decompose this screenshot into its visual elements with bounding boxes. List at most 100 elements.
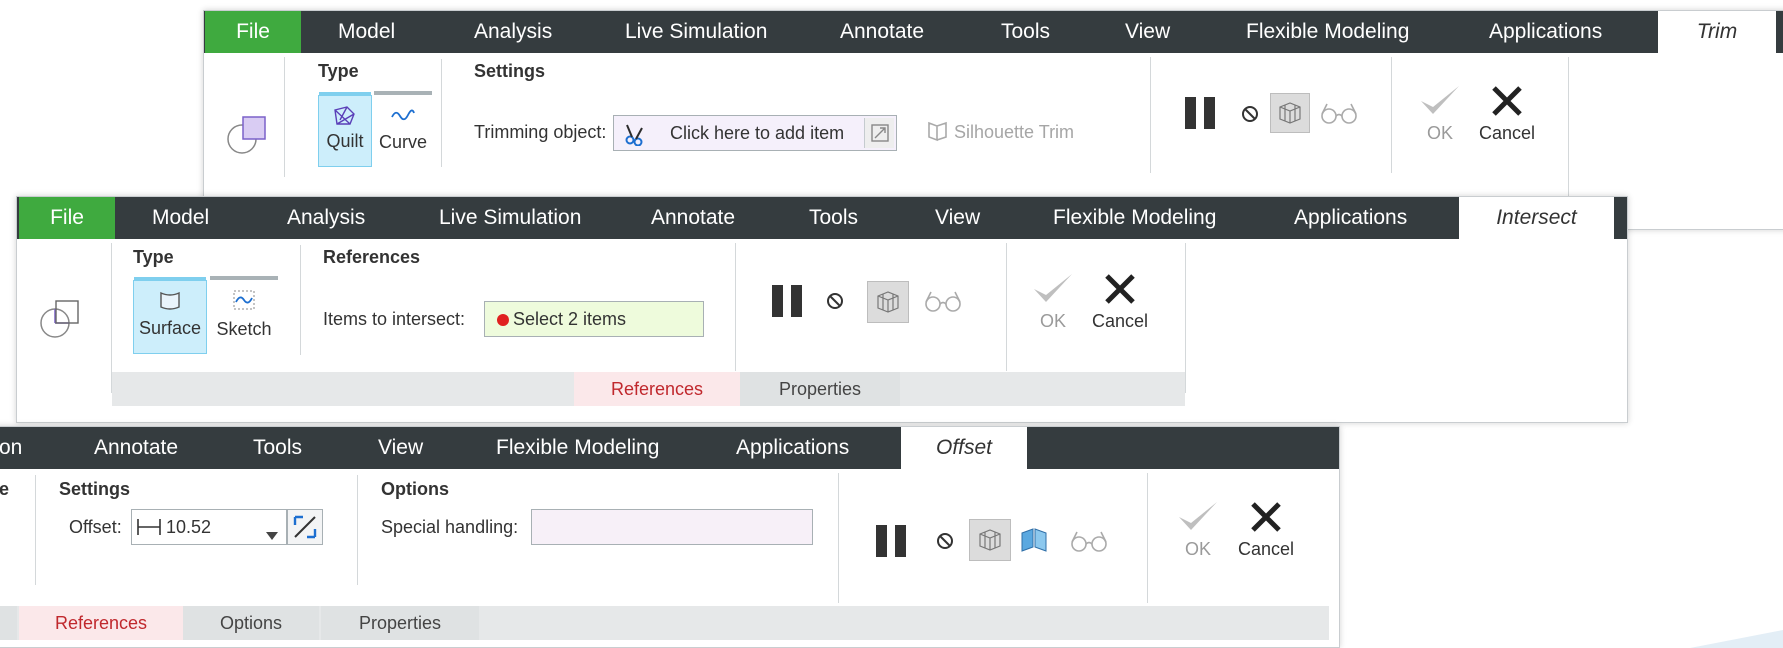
menu-flexible-modeling[interactable]: Flexible Modeling xyxy=(1053,197,1216,239)
silhouette-trim-checkbox[interactable]: Silhouette Trim xyxy=(954,122,1074,143)
pause-icon[interactable] xyxy=(1184,95,1218,136)
surface-label: Surface xyxy=(138,318,202,338)
curve-icon xyxy=(374,103,432,127)
trim-menubar: File Model Analysis Live Simulation Anno… xyxy=(204,11,1783,53)
cancel-button[interactable]: Cancel xyxy=(1472,83,1542,144)
menu-flexible-modeling[interactable]: Flexible Modeling xyxy=(496,427,659,469)
type-quilt-button[interactable]: Quilt xyxy=(318,92,372,167)
tab-offset[interactable]: Offset xyxy=(901,427,1027,469)
type-surface-button[interactable]: Surface xyxy=(133,277,207,354)
menu-annotate[interactable]: Annotate xyxy=(94,427,178,469)
menu-model[interactable]: Model xyxy=(338,11,395,53)
menu-live-simulation[interactable]: Live Simulation xyxy=(439,197,581,239)
settings-group-title: Settings xyxy=(59,479,131,499)
menu-applications[interactable]: Applications xyxy=(736,427,849,469)
no-preview-icon[interactable] xyxy=(825,291,845,316)
geometry-preview-icon[interactable] xyxy=(1270,93,1310,133)
menu-tools[interactable]: Tools xyxy=(253,427,302,469)
offset-value: 10.52 xyxy=(166,517,212,537)
cancel-button[interactable]: Cancel xyxy=(1085,271,1155,332)
items-to-intersect-collector[interactable]: Select 2 items xyxy=(484,301,704,337)
geometry-preview-icon[interactable] xyxy=(969,519,1011,561)
expand-collector-icon[interactable] xyxy=(864,118,894,148)
verify-glasses-icon[interactable] xyxy=(1069,529,1109,558)
menu-applications[interactable]: Applications xyxy=(1489,11,1602,53)
background-corner-shape xyxy=(1690,630,1783,648)
chevron-down-icon[interactable] xyxy=(266,524,278,544)
offset-panel: on Annotate Tools View Flexible Modeling… xyxy=(0,426,1340,648)
references-group-title: References xyxy=(323,247,421,267)
type-sketch-button[interactable]: Sketch xyxy=(210,276,278,354)
menu-simulation-partial[interactable]: on xyxy=(0,427,22,469)
menu-live-simulation[interactable]: Live Simulation xyxy=(625,11,767,53)
no-preview-icon[interactable] xyxy=(935,531,955,556)
intersect-feature-icon xyxy=(39,297,81,344)
surface-icon xyxy=(134,289,206,313)
menu-file[interactable]: File xyxy=(19,197,115,239)
ok-button[interactable]: OK xyxy=(1030,271,1076,332)
tab-intersect[interactable]: Intersect xyxy=(1459,197,1614,239)
ok-button[interactable]: OK xyxy=(1175,499,1221,560)
tab-options[interactable]: Options xyxy=(183,606,319,640)
intersect-tabbar: References Properties xyxy=(112,372,1185,406)
settings-group-title: Settings xyxy=(474,61,546,81)
menu-model[interactable]: Model xyxy=(152,197,209,239)
menu-view[interactable]: View xyxy=(378,427,423,469)
offset-tabbar: References Options Properties xyxy=(0,606,1329,640)
required-dot-icon xyxy=(497,314,509,326)
intersect-panel: File Model Analysis Live Simulation Anno… xyxy=(16,196,1628,423)
menu-analysis[interactable]: Analysis xyxy=(474,11,552,53)
offset-value-field[interactable]: 10.52 xyxy=(131,509,287,545)
check-icon xyxy=(1030,271,1076,311)
scissors-icon xyxy=(624,122,648,150)
menu-annotate[interactable]: Annotate xyxy=(840,11,924,53)
menu-tools[interactable]: Tools xyxy=(1001,11,1050,53)
trimming-object-label: Trimming object: xyxy=(474,122,607,142)
verify-glasses-icon[interactable] xyxy=(923,289,963,318)
tab-references[interactable]: References xyxy=(574,372,740,406)
verify-glasses-icon[interactable] xyxy=(1319,101,1359,130)
type-curve-button[interactable]: Curve xyxy=(374,91,432,167)
trimming-object-placeholder: Click here to add item xyxy=(670,123,845,143)
trim-feature-icon xyxy=(226,113,268,160)
geometry-preview-icon[interactable] xyxy=(867,281,909,323)
offset-ribbon: e Settings Offset: 10.52 Options Special… xyxy=(0,469,1339,647)
ok-label: OK xyxy=(1039,311,1066,331)
menu-file[interactable]: File xyxy=(205,11,301,53)
menu-annotate[interactable]: Annotate xyxy=(651,197,735,239)
trimming-object-collector[interactable]: Click here to add item xyxy=(613,115,897,151)
tab-properties[interactable]: Properties xyxy=(321,606,479,640)
tab-partial[interactable] xyxy=(0,606,17,640)
offset-label: Offset: xyxy=(69,517,122,537)
type-group-title: Type xyxy=(318,61,359,81)
tab-properties[interactable]: Properties xyxy=(740,372,900,406)
menu-analysis[interactable]: Analysis xyxy=(287,197,365,239)
ok-label: OK xyxy=(1426,123,1453,143)
options-group-title: Options xyxy=(381,479,449,499)
special-handling-collector[interactable] xyxy=(531,509,813,545)
close-icon xyxy=(1085,271,1155,311)
intersect-menubar: File Model Analysis Live Simulation Anno… xyxy=(17,197,1627,239)
cancel-label: Cancel xyxy=(1091,311,1149,331)
feature-preview-icon[interactable] xyxy=(1019,527,1049,558)
dimension-icon xyxy=(136,517,162,542)
quilt-icon xyxy=(319,104,371,128)
menu-flexible-modeling[interactable]: Flexible Modeling xyxy=(1246,11,1409,53)
cancel-label: Cancel xyxy=(1478,123,1536,143)
sketch-icon xyxy=(210,288,278,312)
menu-applications[interactable]: Applications xyxy=(1294,197,1407,239)
flip-direction-icon[interactable] xyxy=(287,509,323,545)
tab-references[interactable]: References xyxy=(19,606,183,640)
no-preview-icon[interactable] xyxy=(1240,104,1260,129)
curve-label: Curve xyxy=(378,132,427,152)
menu-view[interactable]: View xyxy=(935,197,980,239)
offset-menubar: on Annotate Tools View Flexible Modeling… xyxy=(0,427,1339,469)
menu-view[interactable]: View xyxy=(1125,11,1170,53)
tab-trim[interactable]: Trim xyxy=(1658,11,1776,53)
items-to-intersect-value: Select 2 items xyxy=(513,309,627,329)
ok-button[interactable]: OK xyxy=(1417,83,1463,144)
menu-tools[interactable]: Tools xyxy=(809,197,858,239)
pause-icon[interactable] xyxy=(875,523,909,564)
cancel-button[interactable]: Cancel xyxy=(1230,499,1302,560)
pause-icon[interactable] xyxy=(771,283,805,324)
